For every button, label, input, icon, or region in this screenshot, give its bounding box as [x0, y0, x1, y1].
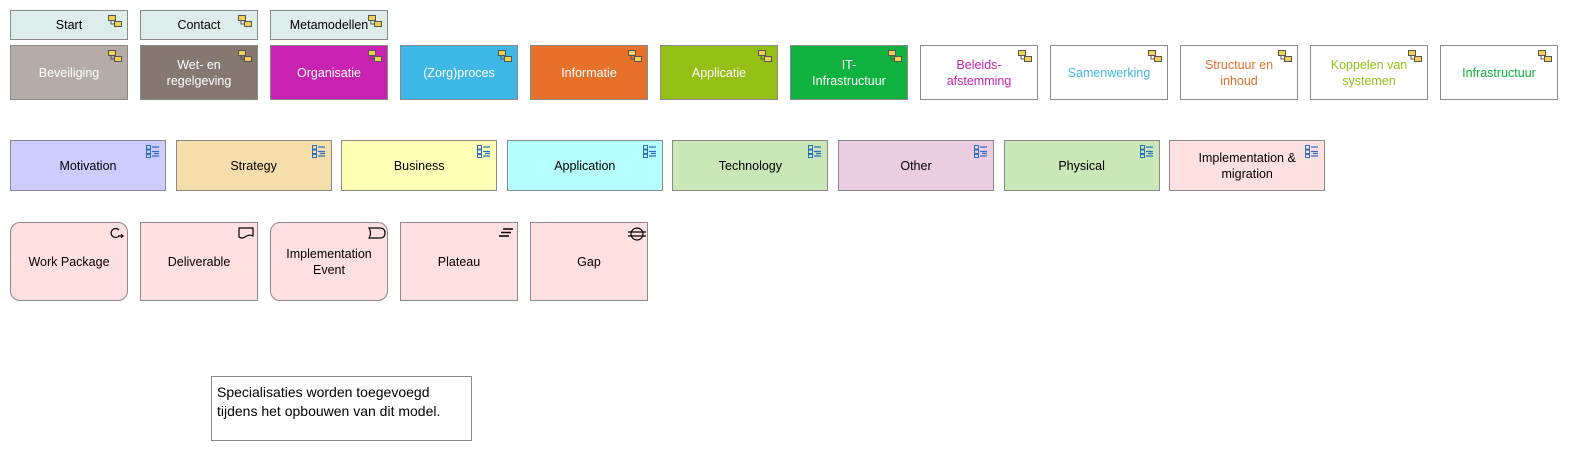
viewpoint-strategy-label: Strategy: [230, 158, 277, 173]
event-icon: [367, 227, 386, 239]
element-gap-label: Gap: [577, 254, 601, 269]
element-work-package[interactable]: Work Package: [10, 222, 128, 301]
model-link-icon: [368, 50, 382, 62]
viewpoint-business-label: Business: [393, 158, 445, 173]
viewpoint-implementation-migration-label: Implementation & migration: [1198, 150, 1296, 181]
viewpoint-technology[interactable]: Technology: [672, 140, 829, 191]
element-plateau-label: Plateau: [437, 254, 481, 269]
viewpoint-strategy[interactable]: Strategy: [175, 140, 332, 191]
deliverable-icon: [238, 227, 254, 239]
viewpoint-icon: [1139, 145, 1154, 158]
domain-applicatie[interactable]: Applicatie: [660, 45, 778, 100]
domain-organisatie[interactable]: Organisatie: [270, 45, 388, 100]
domain-informatie[interactable]: Informatie: [530, 45, 648, 100]
viewpoint-implementation-migration[interactable]: Implementation & migration: [1169, 140, 1326, 191]
viewpoint-physical-label: Physical: [1058, 158, 1105, 173]
model-link-icon: [1148, 50, 1162, 62]
domain-beleidsafstemming[interactable]: Beleids- afstemming: [920, 45, 1038, 100]
viewpoint-physical[interactable]: Physical: [1003, 140, 1160, 191]
viewpoint-icon: [1305, 145, 1319, 158]
domain-samenwerking-label: Samenwerking: [1067, 65, 1151, 80]
viewpoint-application-label: Application: [554, 158, 616, 173]
domain-informatie-label: Informatie: [561, 65, 617, 80]
viewpoint-icon: [311, 145, 326, 158]
model-link-icon: [1278, 50, 1292, 62]
domain-infrastructuur[interactable]: Infrastructuur: [1440, 45, 1558, 100]
model-link-icon: [758, 50, 772, 62]
element-deliverable-label: Deliverable: [167, 254, 231, 269]
element-implementation-event-label: Implementation Event: [286, 246, 372, 277]
nav-contact-label: Contact: [177, 18, 221, 32]
model-link-icon: [108, 15, 122, 27]
domain-koppelen-van-systemen-label: Koppelen van systemen: [1330, 57, 1408, 88]
domain-structuur-en-inhoud-label: Structuur en inhoud: [1204, 57, 1274, 88]
viewpoint-icon: [808, 145, 822, 158]
viewpoint-motivation[interactable]: Motivation: [10, 140, 166, 191]
domain-structuur-en-inhoud[interactable]: Structuur en inhoud: [1180, 45, 1298, 100]
nav-start-label: Start: [55, 18, 83, 32]
viewpoint-motivation-label: Motivation: [59, 158, 117, 173]
domain-beveiliging-label: Beveiliging: [38, 65, 100, 80]
domain-applicatie-label: Applicatie: [691, 65, 747, 80]
note[interactable]: Specialisaties worden toegevoegd tijdens…: [211, 376, 472, 441]
model-link-icon: [238, 50, 252, 62]
viewpoint-icon: [477, 145, 491, 158]
model-link-icon: [108, 50, 122, 62]
work-package-icon: [108, 227, 124, 239]
element-implementation-event[interactable]: Implementation Event: [270, 222, 388, 301]
element-deliverable[interactable]: Deliverable: [140, 222, 258, 301]
domain-beleidsafstemming-label: Beleids- afstemming: [946, 57, 1012, 88]
element-plateau[interactable]: Plateau: [400, 222, 518, 301]
model-link-icon: [238, 15, 252, 27]
viewpoint-other-label: Other: [900, 158, 932, 173]
domain-beveiliging[interactable]: Beveiliging: [10, 45, 128, 100]
element-work-package-label: Work Package: [28, 254, 110, 269]
plateau-icon: [498, 227, 513, 239]
domain-zorgproces-label: (Zorg)proces: [423, 65, 495, 80]
domain-organisatie-label: Organisatie: [297, 65, 361, 80]
model-link-icon: [498, 50, 512, 62]
element-gap[interactable]: Gap: [530, 222, 648, 301]
viewpoint-application[interactable]: Application: [506, 140, 663, 191]
model-link-icon: [368, 15, 382, 27]
domain-wet-en-regelgeving[interactable]: Wet- en regelgeving: [140, 45, 258, 100]
viewpoint-icon: [642, 145, 657, 158]
nav-contact[interactable]: Contact: [140, 10, 258, 40]
viewpoint-icon: [974, 145, 988, 158]
viewpoint-technology-label: Technology: [718, 158, 783, 173]
model-link-icon: [628, 50, 642, 62]
domain-it-infrastructuur[interactable]: IT-Infrastructuur: [790, 45, 908, 100]
model-link-icon: [1018, 50, 1032, 62]
model-link-icon: [1538, 50, 1552, 62]
viewpoint-business[interactable]: Business: [341, 140, 498, 191]
domain-infrastructuur-label: Infrastructuur: [1462, 65, 1536, 80]
viewpoint-other[interactable]: Other: [838, 140, 994, 191]
model-link-icon: [888, 50, 902, 62]
nav-metamodellen[interactable]: Metamodellen: [270, 10, 388, 40]
viewpoint-icon: [146, 145, 160, 158]
gap-icon: [628, 227, 646, 241]
nav-start[interactable]: Start: [10, 10, 128, 40]
domain-koppelen-van-systemen[interactable]: Koppelen van systemen: [1310, 45, 1428, 100]
domain-samenwerking[interactable]: Samenwerking: [1050, 45, 1168, 100]
domain-zorgproces[interactable]: (Zorg)proces: [400, 45, 518, 100]
model-link-icon: [1408, 50, 1422, 62]
